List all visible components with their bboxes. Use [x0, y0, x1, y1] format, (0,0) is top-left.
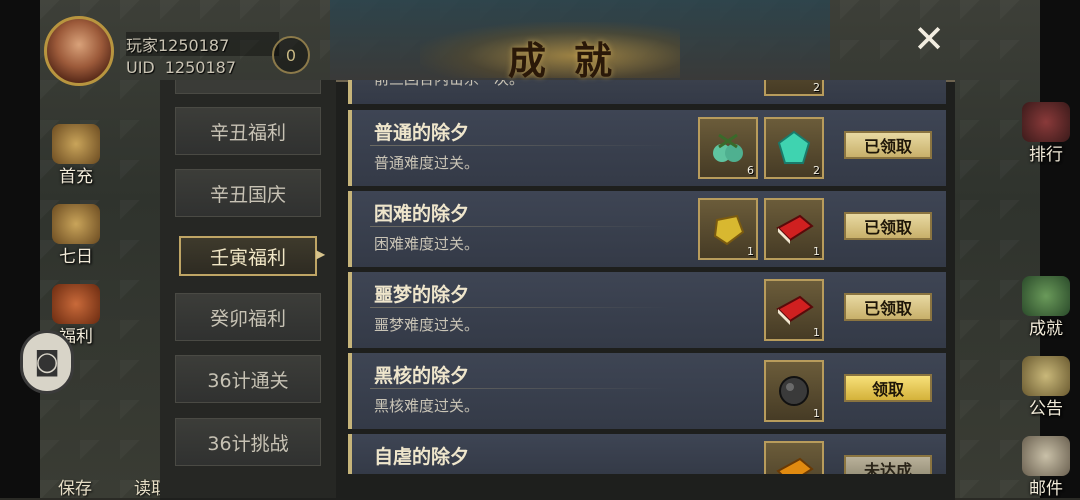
tab-36-challenge[interactable]: 36计挑战 — [175, 418, 321, 466]
row-divider — [370, 145, 670, 146]
item-count: 1 — [813, 326, 820, 339]
menu-first-recharge[interactable]: 首充 — [44, 120, 108, 187]
achievement-desc: 困难难度过关。 — [374, 235, 480, 253]
item-count: 1 — [747, 245, 754, 258]
achievement-desc: 噩梦难度过关。 — [374, 316, 480, 334]
item-count: 6 — [747, 164, 754, 177]
achievement-row-partial: 前三回合内击杀一次。 2 — [348, 80, 946, 104]
achievement-row: 黑核的除夕 黑核难度过关。 1 领取 — [348, 353, 946, 429]
menu-label: 邮件 — [1029, 479, 1063, 499]
item-count: 2 — [813, 164, 820, 177]
reward-item[interactable]: 1 — [698, 198, 758, 260]
red-book-icon — [776, 214, 814, 244]
claimed-button[interactable]: 已领取 — [844, 131, 932, 159]
menu-label: 成就 — [1029, 319, 1063, 339]
row-divider — [370, 307, 670, 308]
player-avatar[interactable] — [44, 16, 114, 86]
chat-bubble-icon[interactable]: ◙ — [20, 330, 74, 394]
achievement-name: 困难的除夕 — [374, 203, 470, 225]
first-recharge-icon — [52, 124, 100, 164]
tab-renyin-welfare[interactable]: 壬寅福利 — [179, 236, 317, 276]
menu-label: 排行 — [1029, 145, 1063, 165]
seven-day-icon — [52, 204, 100, 244]
achievement-name: 噩梦的除夕 — [374, 284, 470, 306]
reward-item[interactable]: 1 — [764, 198, 824, 260]
achievement-name: 黑核的除夕 — [374, 365, 470, 387]
achievement-name: 普通的除夕 — [374, 122, 470, 144]
announcement-icon — [1022, 356, 1070, 396]
tab-guimao-welfare[interactable]: 癸卯福利 — [175, 293, 321, 341]
menu-achievement[interactable]: 成就 — [1014, 272, 1078, 339]
jade-pendant-icon — [713, 133, 743, 162]
welfare-icon — [52, 284, 100, 324]
tab-xinchou-national-day[interactable]: 辛丑国庆 — [175, 169, 321, 217]
menu-seven-day[interactable]: 七日 — [44, 200, 108, 267]
left-border — [0, 0, 40, 498]
reward-item[interactable]: 6 — [698, 117, 758, 179]
player-uid: UID 1250187 — [126, 58, 236, 77]
reward-item[interactable]: 1 — [764, 279, 824, 341]
item-count: 2 — [813, 81, 820, 94]
reward-item[interactable] — [764, 441, 824, 474]
tab-xinchou-welfare[interactable]: 辛丑福利 — [175, 107, 321, 155]
claim-button[interactable]: 领取 — [844, 374, 932, 402]
menu-label: 公告 — [1029, 399, 1063, 419]
reward-item[interactable]: 2 — [764, 117, 824, 179]
uid-value: 1250187 — [164, 58, 237, 77]
ranking-icon — [1022, 102, 1070, 142]
achievement-name: 自虐的除夕 — [374, 446, 470, 468]
claimed-button[interactable]: 已领取 — [844, 212, 932, 240]
claimed-button[interactable]: 已领取 — [844, 293, 932, 321]
reward-item[interactable]: 1 — [764, 360, 824, 422]
item-count: 1 — [813, 407, 820, 420]
gold-ingot-icon — [713, 214, 745, 246]
reward-item[interactable]: 2 — [764, 80, 824, 96]
achievement-row: 普通的除夕 普通难度过关。 6 2 已领取 — [348, 110, 946, 186]
currency-badge[interactable]: 0 — [272, 36, 310, 74]
orange-book-icon — [776, 457, 814, 474]
menu-announcement[interactable]: 公告 — [1014, 352, 1078, 419]
achievement-desc: 前三回合内击杀一次。 — [374, 80, 524, 89]
locked-button[interactable]: 未达成 — [844, 455, 932, 474]
menu-ranking[interactable]: 排行 — [1014, 98, 1078, 165]
mail-icon — [1022, 436, 1070, 476]
row-divider — [370, 226, 670, 227]
close-icon[interactable]: ✕ — [912, 20, 946, 58]
tab-36-clear[interactable]: 36计通关 — [175, 355, 321, 403]
bottom-save[interactable]: 保存 — [58, 474, 92, 499]
dark-orb-icon — [779, 376, 809, 406]
achievement-desc: 黑核难度过关。 — [374, 397, 480, 415]
achievement-row: 困难的除夕 困难难度过关。 1 1 已领取 — [348, 191, 946, 267]
uid-label: UID — [126, 58, 155, 77]
page-title: 成就 — [508, 38, 641, 83]
item-count: 1 — [813, 245, 820, 258]
achievement-row: 自虐的除夕 未达成 — [348, 434, 946, 474]
tab-partial — [175, 80, 321, 94]
menu-label: 七日 — [59, 247, 93, 267]
red-book-icon — [776, 295, 814, 325]
player-name: 玩家1250187 — [126, 32, 280, 56]
menu-label: 首充 — [59, 167, 93, 187]
achievement-desc: 普通难度过关。 — [374, 154, 480, 172]
tab-arrow-icon: ▶ — [316, 247, 326, 261]
jade-gem-icon — [777, 130, 811, 164]
achievement-row: 噩梦的除夕 噩梦难度过关。 1 已领取 — [348, 272, 946, 348]
achievement-icon — [1022, 276, 1070, 316]
right-border — [1040, 0, 1080, 498]
row-divider — [370, 388, 670, 389]
menu-mail[interactable]: 邮件 — [1014, 432, 1078, 499]
